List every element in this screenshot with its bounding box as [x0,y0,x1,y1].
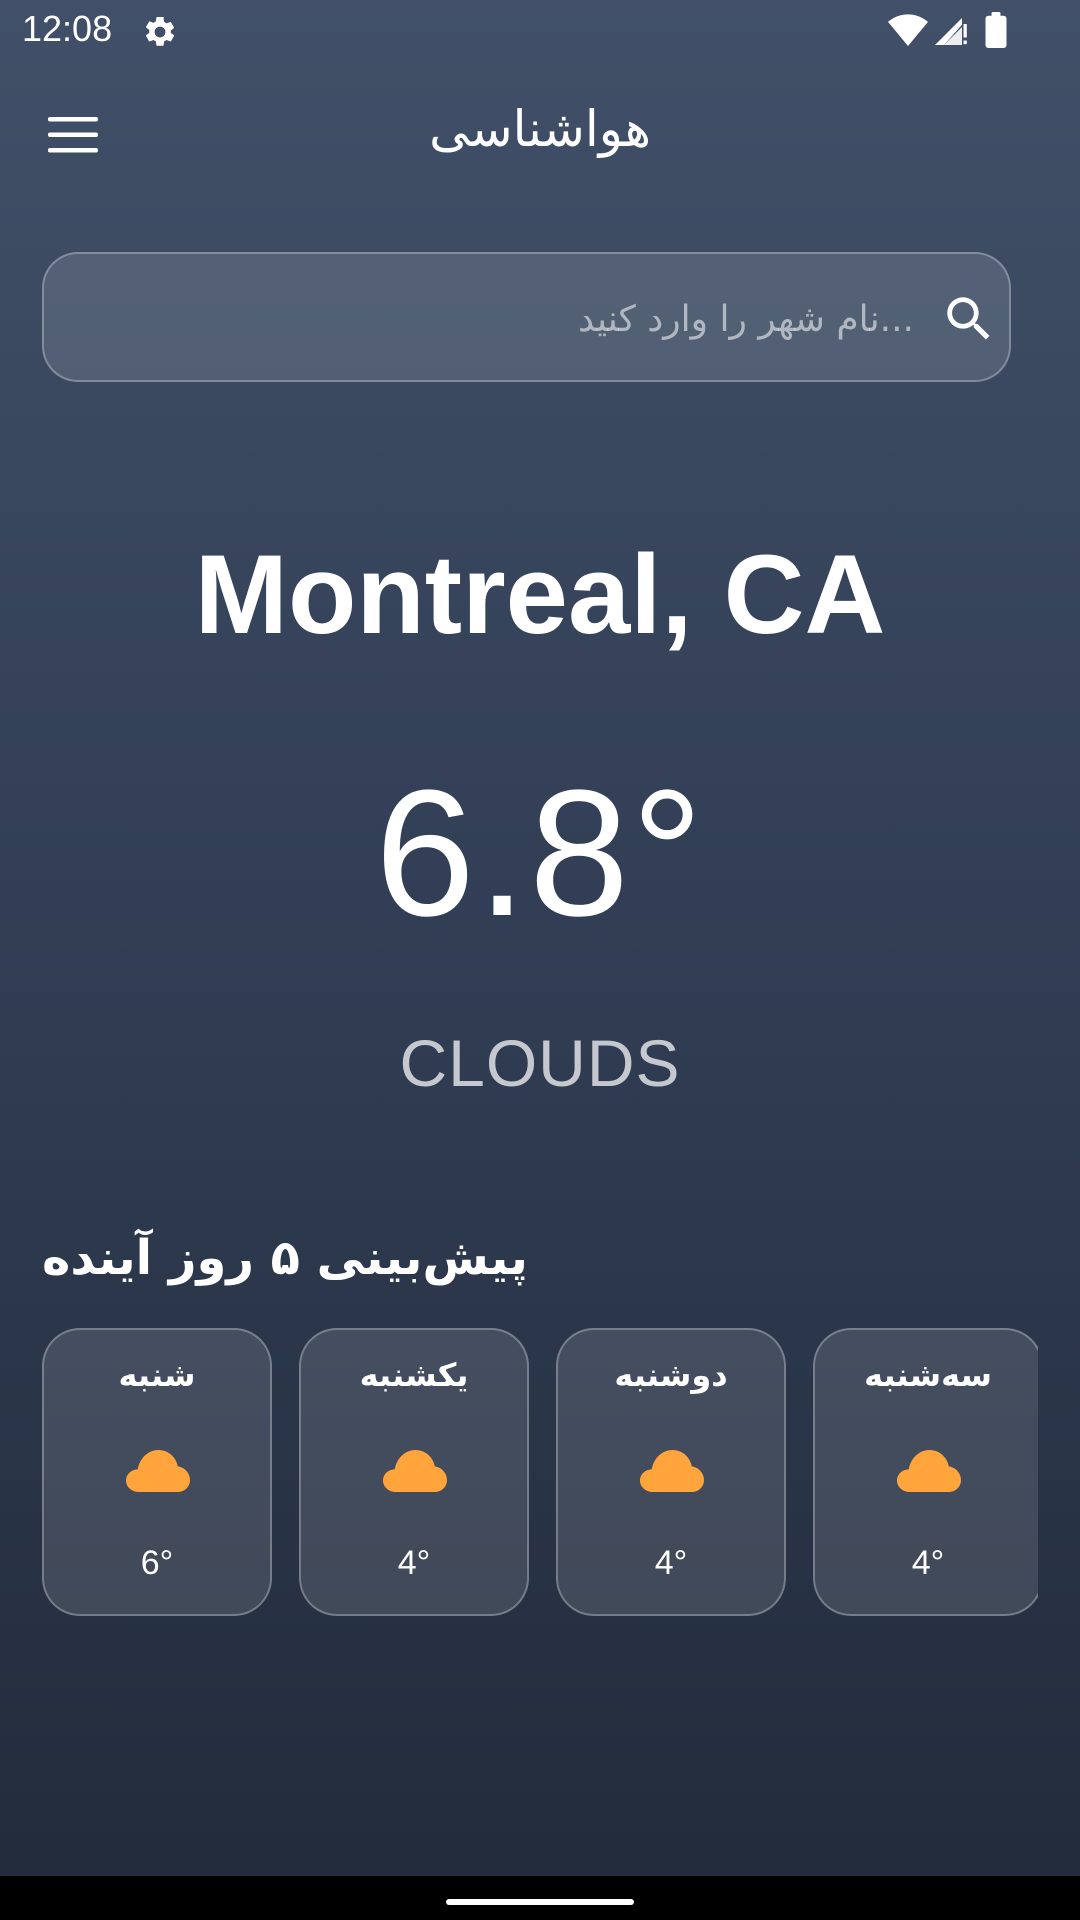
forecast-card[interactable]: سه‌شنبه 4° [813,1328,1038,1616]
forecast-temp: 6° [140,1544,174,1582]
status-bar: 12:08 [0,0,1080,64]
navigation-bar [0,1876,1080,1920]
forecast-list[interactable]: شنبه 6° یکشنبه 4° دوشنبه 4° سه‌شنبه 4° [42,1328,1038,1618]
cloud-icon [640,1450,704,1492]
forecast-day: سه‌شنبه [864,1356,992,1394]
forecast-day: شنبه [118,1356,196,1394]
app-title: هواشناسی [429,100,651,158]
search-box[interactable] [42,252,1011,382]
gear-icon [145,16,175,46]
signal-icon [935,18,967,45]
forecast-card[interactable]: یکشنبه 4° [299,1328,529,1616]
forecast-day: دوشنبه [614,1356,728,1394]
battery-icon [985,12,1007,48]
city-name: Montreal, CA [194,532,886,657]
weather-condition: CLOUDS [399,1026,681,1100]
forecast-card[interactable]: دوشنبه 4° [556,1328,786,1616]
forecast-card[interactable]: شنبه 6° [42,1328,272,1616]
current-temperature: 6.8° [374,753,706,954]
search-icon[interactable] [940,290,998,348]
forecast-title: پیش‌بینی ۵ روز آینده [42,1230,528,1286]
status-time: 12:08 [22,8,113,49]
forecast-temp: 4° [911,1544,945,1582]
home-indicator[interactable] [446,1899,634,1905]
wifi-icon [888,14,928,47]
cloud-icon [897,1450,961,1492]
cloud-icon [383,1450,447,1492]
search-input[interactable] [84,279,914,359]
app-bar: هواشناسی [0,64,1080,208]
forecast-temp: 4° [654,1544,688,1582]
forecast-temp: 4° [397,1544,431,1582]
forecast-day: یکشنبه [359,1356,469,1394]
cloud-icon [126,1450,190,1492]
